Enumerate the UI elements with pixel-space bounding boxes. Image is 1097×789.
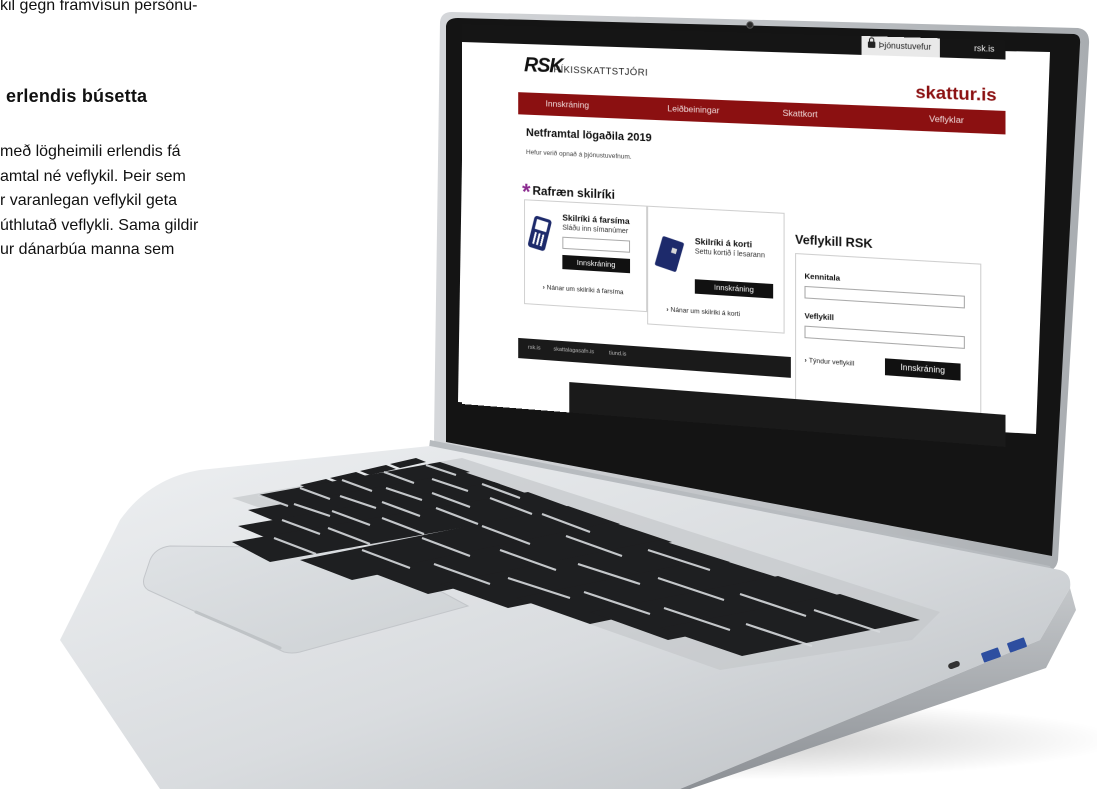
phone-id-subtitle: Sláðu inn símanúmer [562,224,629,236]
news-text: Hefur verið opnað á þjónustuvefnum. [526,148,632,161]
nav-item-web-keys[interactable]: Veflyklar [929,113,964,125]
phone-more-link[interactable]: Nánar um skilríki á farsíma [543,284,624,296]
footer-link-tiund[interactable]: tiund.is [609,350,626,357]
lost-key-link[interactable]: Týndur veflykill [804,357,854,368]
website-skattur: Þjónustuvefur rsk.is RSK RÍKISSKATTSTJÓR… [462,24,1006,447]
phone-id-panel: Skilríki á farsíma Sláðu inn símanúmer I… [524,199,648,313]
footer-link-laws[interactable]: skattalagasafn.is [553,346,594,355]
lock-icon [867,41,876,48]
laptop-screen: Þjónustuvefur rsk.is RSK RÍKISSKATTSTJÓR… [462,24,1006,447]
veflykill-label: Veflykill [804,310,834,323]
card-id-panel: Skilríki á korti Settu kortið í lesarann… [647,205,785,334]
veflykill-input[interactable] [804,325,965,349]
news-title: Netframtal lögaðila 2019 [526,126,652,145]
eid-heading-label: Rafræn skilríki [532,183,615,202]
footer-link-rsk[interactable]: rsk.is [528,345,541,352]
rsk-logo-subtitle: RÍKISSKATTSTJÓRI [553,64,649,79]
nav-item-guides[interactable]: Leiðbeiningar [667,103,719,115]
tab-service-portal[interactable]: Þjónustuvefur [861,35,940,58]
nav-item-login[interactable]: Innskráning [546,98,589,110]
card-id-title: Skilríki á korti [694,235,753,250]
kennitala-label: Kennitala [804,271,841,283]
tab-service-label: Þjónustuvefur [878,40,932,52]
phone-login-button[interactable]: Innskráning [562,254,631,274]
nav-item-tax-cards[interactable]: Skattkort [783,108,818,120]
card-login-button[interactable]: Innskráning [694,279,774,299]
id-card-icon [654,235,685,273]
mobile-phone-icon [527,215,553,252]
phone-number-input[interactable] [562,236,631,253]
card-more-link[interactable]: Nánar um skilríki á korti [666,306,740,318]
veflykill-login-button[interactable]: Innskráning [884,358,961,381]
tab-rsk[interactable]: rsk.is [974,39,994,59]
site-footer: rsk.is skattalagasafn.is tiund.is [518,337,791,378]
card-id-subtitle: Settu kortið í lesarann [694,248,765,260]
brand-skattur: skattur.is [915,82,997,106]
veflykill-title: Veflykill RSK [795,232,873,252]
veflykill-panel: Kennitala Veflykill Týndur veflykill Inn… [795,253,982,424]
kennitala-input[interactable] [804,285,965,309]
